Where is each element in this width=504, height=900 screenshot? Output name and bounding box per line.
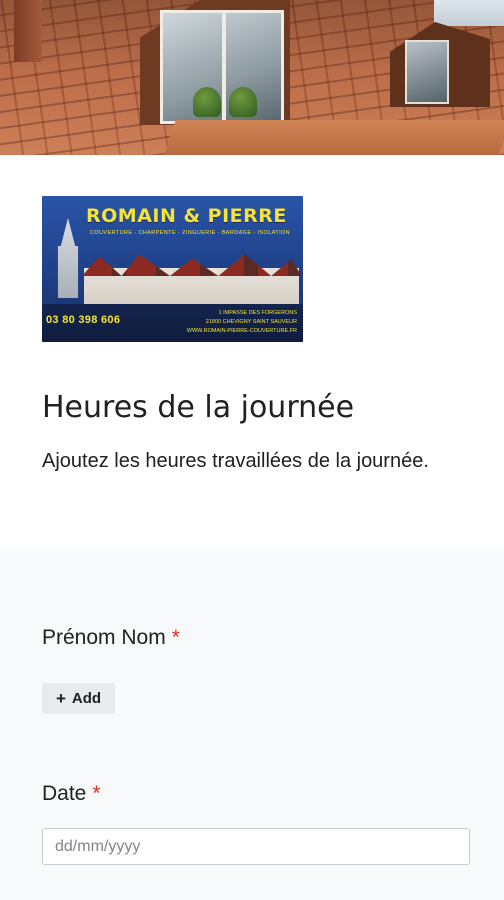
plant-pot <box>229 87 257 117</box>
logo-address-line1: 1 IMPASSE DES FORGERONS <box>218 310 297 316</box>
add-name-button[interactable]: + Add <box>42 683 115 714</box>
logo-brand-name: ROMAIN & PIERRE <box>86 205 287 227</box>
logo-services: COUVERTURE - CHARPENTE - ZINGUERIE - BAR… <box>90 230 291 236</box>
date-field-label: Date * <box>42 782 101 806</box>
form-title: Heures de la journée <box>42 390 355 425</box>
dormer-window-right <box>405 40 449 104</box>
window-mullion <box>222 13 226 121</box>
date-input[interactable] <box>42 828 470 865</box>
header-image <box>0 0 504 155</box>
logo-phone: 03 80 398 606 <box>46 314 121 326</box>
chimney <box>14 0 42 62</box>
required-asterisk: * <box>171 626 180 649</box>
add-button-label: Add <box>71 690 102 707</box>
plant-pot <box>193 87 221 117</box>
sky <box>434 0 504 26</box>
roof-gutter <box>164 120 504 155</box>
church-steeple <box>57 218 79 298</box>
name-field-label: Prénom Nom * <box>42 626 180 650</box>
plus-icon: + <box>55 689 66 708</box>
logo-website: WWW.ROMAIN-PIERRE-COUVERTURE.FR <box>186 328 297 334</box>
dormer-window-left <box>160 10 284 124</box>
logo-address-line2: 21800 CHEVIGNY SAINT SAUVEUR <box>205 319 297 325</box>
form-description: Ajoutez les heures travaillées de la jou… <box>42 450 429 472</box>
company-logo: ROMAIN & PIERRE COUVERTURE - CHARPENTE -… <box>42 196 303 342</box>
name-label-text: Prénom Nom <box>42 626 166 649</box>
date-label-text: Date <box>42 782 87 805</box>
required-asterisk: * <box>92 782 101 805</box>
